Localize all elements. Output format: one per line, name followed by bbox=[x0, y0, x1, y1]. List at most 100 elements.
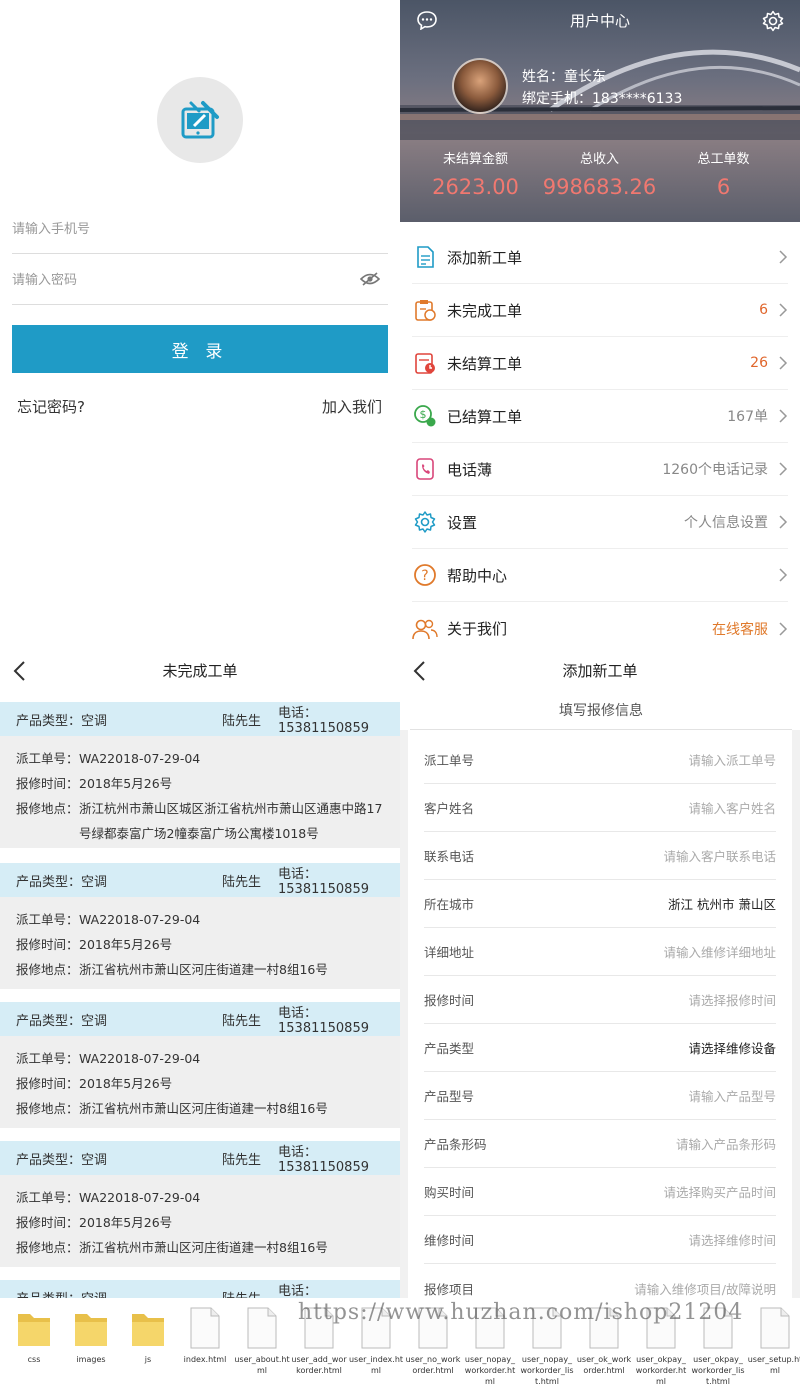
password-field[interactable] bbox=[12, 255, 388, 305]
field-barcode[interactable]: 产品条形码 请输入产品条形码 bbox=[424, 1120, 776, 1168]
login-button[interactable]: 登 录 bbox=[12, 325, 388, 373]
field-product-model[interactable]: 产品型号 请输入产品型号 bbox=[424, 1072, 776, 1120]
menu-item-unsettled-orders[interactable]: 未结算工单 26 bbox=[412, 337, 788, 390]
folder-item[interactable]: css bbox=[6, 1304, 62, 1365]
field-input[interactable]: 请输入客户姓名 bbox=[524, 798, 776, 817]
file-name: images bbox=[76, 1355, 106, 1364]
field-input[interactable]: 请选择报修时间 bbox=[524, 990, 776, 1009]
field-customer-name[interactable]: 客户姓名 请输入客户姓名 bbox=[424, 784, 776, 832]
field-input[interactable]: 请输入维修详细地址 bbox=[524, 942, 776, 961]
phone-input[interactable] bbox=[12, 221, 388, 236]
repair-time: 2018年5月26号 bbox=[79, 776, 173, 791]
back-arrow-icon[interactable] bbox=[12, 660, 26, 682]
stat-value: 998683.26 bbox=[542, 175, 657, 199]
field-address[interactable]: 详细地址 请输入维修详细地址 bbox=[424, 928, 776, 976]
menu-item-phonebook[interactable]: 电话薄 1260个电话记录 bbox=[412, 443, 788, 496]
order-card-header[interactable]: 产品类型：空调 陆先生 电话：15381150859 bbox=[0, 702, 400, 736]
field-repair-items[interactable]: 报修项目 请输入维修项目/故障说明 bbox=[424, 1264, 776, 1300]
menu-item-unfinished-orders[interactable]: 未完成工单 6 bbox=[412, 284, 788, 337]
repair-time: 2018年5月26号 bbox=[79, 937, 173, 952]
field-label: 客户姓名 bbox=[424, 801, 475, 816]
page-title: 添加新工单 bbox=[562, 661, 638, 680]
field-service-time[interactable]: 维修时间 请选择维修时间 bbox=[424, 1216, 776, 1264]
folder-item[interactable]: images bbox=[63, 1304, 119, 1365]
city-select[interactable]: 浙江 杭州市 萧山区 bbox=[524, 894, 776, 913]
menu-item-help[interactable]: ? 帮助中心 bbox=[412, 549, 788, 602]
forgot-password-link[interactable]: 忘记密码? bbox=[17, 396, 85, 417]
order-no: WA22018-07-29-04 bbox=[79, 751, 201, 766]
field-label: 维修时间 bbox=[424, 1233, 475, 1248]
stat-value: 2623.00 bbox=[432, 175, 519, 199]
order-card-header[interactable]: 产品类型：空调 陆先生 电话：15381150859 bbox=[0, 863, 400, 897]
order-no: WA22018-07-29-04 bbox=[79, 1190, 201, 1205]
product-type: 产品类型：空调 bbox=[16, 713, 108, 729]
gear-icon[interactable] bbox=[762, 10, 784, 32]
menu-item-settled-orders[interactable]: $ 已结算工单 167单 bbox=[412, 390, 788, 443]
menu-item-about[interactable]: 关于我们 在线客服 bbox=[412, 602, 788, 650]
order-card-body[interactable]: 派工单号： WA22018-07-29-04 报修时间： 2018年5月26号 报修… bbox=[0, 897, 400, 989]
add-order-screen: 添加新工单 填写报修信息 派工单号 请输入派工单号 客户姓名 请输入客户姓名 联系电… bbox=[400, 650, 800, 1300]
join-us-link[interactable]: 加入我们 bbox=[322, 396, 382, 417]
html-file-icon bbox=[234, 1304, 290, 1350]
field-contact-phone[interactable]: 联系电话 请输入客户联系电话 bbox=[424, 832, 776, 880]
tablet-tools-icon bbox=[181, 101, 219, 139]
file-name: user_index.html bbox=[348, 1355, 404, 1375]
customer-name: 陆先生 bbox=[222, 713, 262, 729]
folder-item[interactable]: js bbox=[120, 1304, 176, 1365]
field-input[interactable]: 请输入维修项目/故障说明 bbox=[524, 1279, 776, 1298]
password-input[interactable] bbox=[12, 272, 388, 287]
field-input[interactable]: 请输入产品条形码 bbox=[524, 1134, 776, 1153]
field-input[interactable]: 请选择维修时间 bbox=[524, 1230, 776, 1249]
field-purchase-time[interactable]: 购买时间 请选择购买产品时间 bbox=[424, 1168, 776, 1216]
file-item[interactable]: user_setup.html bbox=[747, 1304, 800, 1376]
avatar[interactable] bbox=[452, 58, 508, 114]
folder-icon bbox=[6, 1304, 62, 1350]
field-input[interactable]: 请输入产品型号 bbox=[524, 1086, 776, 1105]
device-select[interactable]: 请选择维修设备 bbox=[524, 1038, 776, 1057]
chevron-right-icon bbox=[779, 515, 788, 529]
file-name: css bbox=[27, 1355, 41, 1364]
eye-hidden-icon[interactable] bbox=[360, 272, 380, 286]
money-icon: $ bbox=[412, 403, 438, 429]
order-card-header[interactable]: 产品类型：空调 陆先生 电话：15381150859 bbox=[0, 1141, 400, 1175]
file-item[interactable]: index.html bbox=[177, 1304, 233, 1365]
field-input[interactable]: 请选择购买产品时间 bbox=[524, 1182, 776, 1201]
field-city[interactable]: 所在城市 浙江 杭州市 萧山区 bbox=[424, 880, 776, 928]
customer-phone: 电话：15381150859 bbox=[278, 1284, 369, 1300]
profile-header: 用户中心 姓名：童长东 绑定手机：183****6133 未结算金额 2623.… bbox=[400, 0, 800, 222]
field-product-type[interactable]: 产品类型 请选择维修设备 bbox=[424, 1024, 776, 1072]
chevron-right-icon bbox=[779, 356, 788, 370]
order-no: WA22018-07-29-04 bbox=[79, 1051, 201, 1066]
order-card-body[interactable]: 派工单号： WA22018-07-29-04 报修时间： 2018年5月26号 报修… bbox=[0, 1036, 400, 1128]
field-input[interactable]: 请输入客户联系电话 bbox=[524, 846, 776, 865]
menu-item-add-order[interactable]: 添加新工单 bbox=[412, 231, 788, 284]
stat-label: 总工单数 bbox=[697, 152, 750, 167]
user-phone: 绑定手机：183****6133 bbox=[522, 91, 683, 107]
field-input[interactable]: 请输入派工单号 bbox=[524, 750, 776, 769]
repair-address-label: 报修地点： bbox=[16, 962, 79, 977]
field-order-no[interactable]: 派工单号 请输入派工单号 bbox=[424, 736, 776, 784]
order-card-body[interactable]: 派工单号： WA22018-07-29-04 报修时间： 2018年5月26号 报修… bbox=[0, 736, 400, 848]
order-no-label: 派工单号： bbox=[16, 751, 79, 766]
order-card-header[interactable]: 产品类型：空调 陆先生 电话：15381150859 bbox=[0, 1280, 400, 1300]
file-item[interactable]: user_about.html bbox=[234, 1304, 290, 1376]
repair-time-label: 报修时间： bbox=[16, 776, 79, 791]
stat-unsettled-amount: 未结算金额 2623.00 bbox=[409, 148, 542, 199]
page-title: 用户中心 bbox=[569, 12, 630, 30]
menu-value: 1260个电话记录 bbox=[662, 462, 768, 478]
help-icon: ? bbox=[412, 562, 438, 588]
svg-text:?: ? bbox=[421, 568, 428, 584]
order-card-body[interactable]: 派工单号： WA22018-07-29-04 报修时间： 2018年5月26号 报修… bbox=[0, 1175, 400, 1267]
file-name: user_setup.html bbox=[747, 1355, 800, 1375]
back-arrow-icon[interactable] bbox=[412, 660, 426, 682]
online-service-link[interactable]: 在线客服 bbox=[712, 619, 768, 639]
menu-item-settings[interactable]: 设置 个人信息设置 bbox=[412, 496, 788, 549]
watermark-text: https://www.huzhan.com/ishop21204 bbox=[298, 1300, 744, 1325]
menu-value: 个人信息设置 bbox=[684, 515, 768, 531]
field-repair-time[interactable]: 报修时间 请选择报修时间 bbox=[424, 976, 776, 1024]
phone-field[interactable] bbox=[12, 204, 388, 254]
repair-time: 2018年5月26号 bbox=[79, 1076, 173, 1091]
order-card-header[interactable]: 产品类型：空调 陆先生 电话：15381150859 bbox=[0, 1002, 400, 1036]
stat-total-income: 总收入 998683.26 bbox=[533, 148, 666, 199]
menu-label: 未完成工单 bbox=[447, 301, 523, 320]
